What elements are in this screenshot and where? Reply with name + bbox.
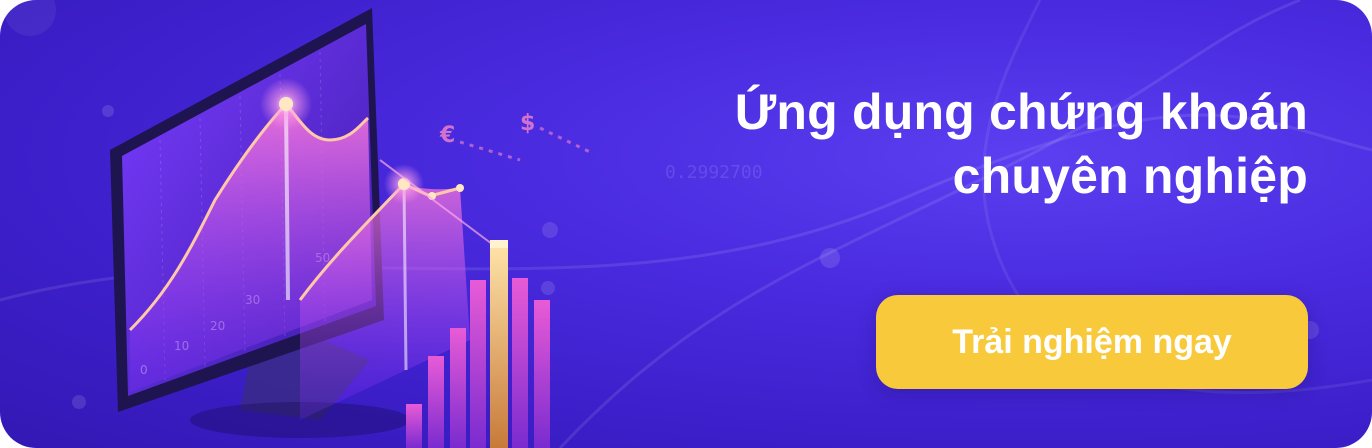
euro-icon: € — [439, 123, 455, 148]
try-now-button[interactable]: Trải nghiệm ngay — [876, 295, 1308, 389]
dollar-icon: $ — [520, 111, 535, 136]
promo-banner: € $ 0.2992700 0 10 20 30 50 — [0, 0, 1372, 448]
headline-line-1: Ứng dụng chứng khoán — [734, 84, 1308, 140]
headline-line-2: chuyên nghiệp — [952, 148, 1308, 204]
banner-headline: Ứng dụng chứng khoán chuyên nghiệp — [608, 80, 1308, 208]
